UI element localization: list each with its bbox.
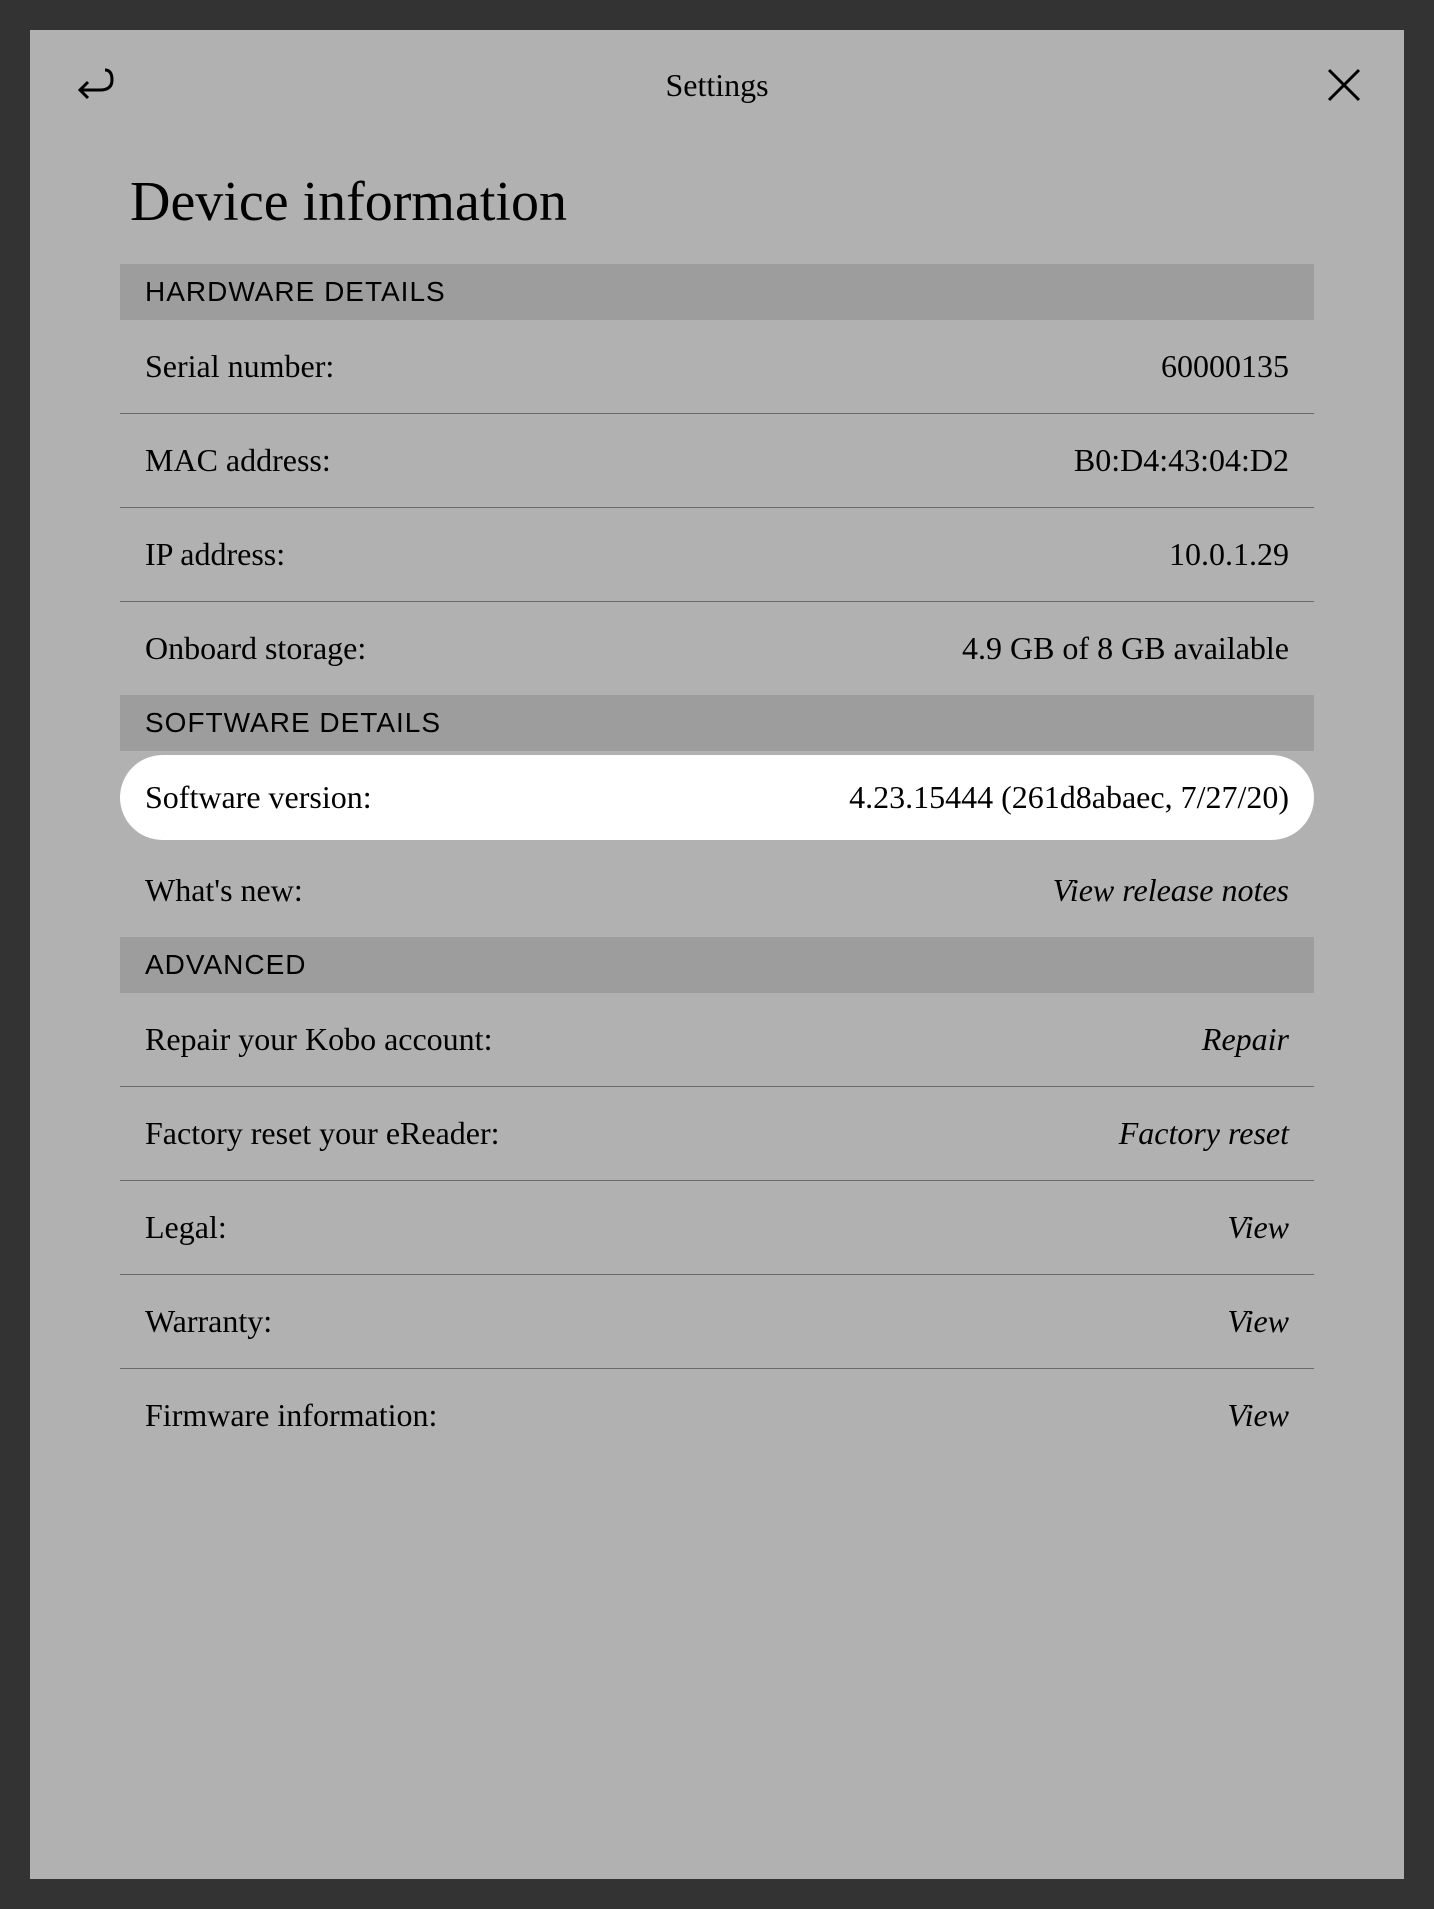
software-version-row: Software version: 4.23.15444 (261d8abaec… <box>120 755 1314 840</box>
release-notes-link[interactable]: View release notes <box>1053 872 1289 909</box>
repair-account-label: Repair your Kobo account: <box>145 1021 492 1058</box>
firmware-info-row[interactable]: Firmware information: View <box>120 1369 1314 1462</box>
software-section-header: SOFTWARE DETAILS <box>120 695 1314 751</box>
factory-reset-label: Factory reset your eReader: <box>145 1115 500 1152</box>
serial-number-label: Serial number: <box>145 348 334 385</box>
storage-value: 4.9 GB of 8 GB available <box>962 630 1289 667</box>
content-area: Device information HARDWARE DETAILS Seri… <box>30 130 1404 1462</box>
software-version-value: 4.23.15444 (261d8abaec, 7/27/20) <box>849 779 1289 816</box>
advanced-section-header: ADVANCED <box>120 937 1314 993</box>
warranty-row[interactable]: Warranty: View <box>120 1275 1314 1369</box>
repair-button[interactable]: Repair <box>1202 1021 1289 1058</box>
factory-reset-button[interactable]: Factory reset <box>1119 1115 1289 1152</box>
software-version-label: Software version: <box>145 779 372 816</box>
back-icon[interactable] <box>70 60 120 110</box>
legal-row[interactable]: Legal: View <box>120 1181 1314 1275</box>
header-title: Settings <box>665 67 768 104</box>
whats-new-label: What's new: <box>145 872 303 909</box>
warranty-view-button[interactable]: View <box>1227 1303 1289 1340</box>
firmware-view-button[interactable]: View <box>1227 1397 1289 1434</box>
mac-address-row: MAC address: B0:D4:43:04:D2 <box>120 414 1314 508</box>
storage-row: Onboard storage: 4.9 GB of 8 GB availabl… <box>120 602 1314 695</box>
close-icon[interactable] <box>1324 65 1364 105</box>
ip-address-label: IP address: <box>145 536 285 573</box>
legal-label: Legal: <box>145 1209 227 1246</box>
hardware-section-header: HARDWARE DETAILS <box>120 264 1314 320</box>
whats-new-row[interactable]: What's new: View release notes <box>120 844 1314 937</box>
settings-screen: Settings Device information HARDWARE DET… <box>30 30 1404 1879</box>
page-title: Device information <box>120 170 1314 234</box>
serial-number-value: 60000135 <box>1161 348 1289 385</box>
ip-address-row: IP address: 10.0.1.29 <box>120 508 1314 602</box>
mac-address-value: B0:D4:43:04:D2 <box>1074 442 1289 479</box>
ip-address-value: 10.0.1.29 <box>1169 536 1289 573</box>
header-bar: Settings <box>30 30 1404 130</box>
storage-label: Onboard storage: <box>145 630 366 667</box>
mac-address-label: MAC address: <box>145 442 331 479</box>
factory-reset-row[interactable]: Factory reset your eReader: Factory rese… <box>120 1087 1314 1181</box>
repair-account-row[interactable]: Repair your Kobo account: Repair <box>120 993 1314 1087</box>
firmware-info-label: Firmware information: <box>145 1397 437 1434</box>
warranty-label: Warranty: <box>145 1303 272 1340</box>
legal-view-button[interactable]: View <box>1227 1209 1289 1246</box>
serial-number-row: Serial number: 60000135 <box>120 320 1314 414</box>
